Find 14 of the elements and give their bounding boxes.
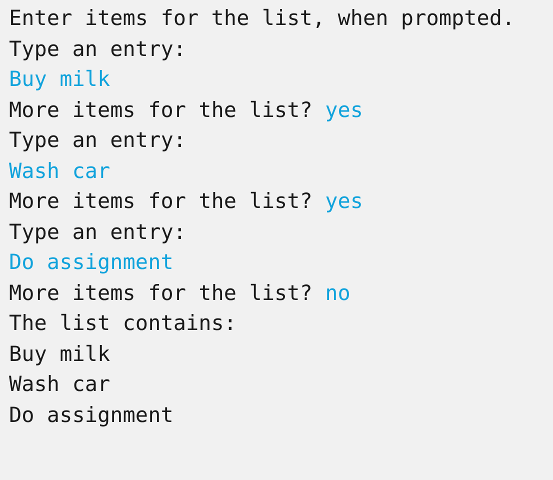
console-line: Do assignment: [9, 249, 174, 276]
console-line: Type an entry:: [9, 218, 186, 246]
console-line: Do assignment: [9, 402, 174, 428]
console-line: Wash car: [9, 158, 110, 184]
console-line: More items for the list? yes: [9, 188, 364, 215]
console-line: The list contains:: [9, 310, 237, 337]
console-line: Type an entry:: [9, 127, 186, 154]
console-line: Enter items for the list, when prompted.: [9, 5, 515, 32]
console-line: Buy milk: [9, 340, 110, 368]
console-line: More items for the list? no: [9, 280, 350, 306]
console-line: Wash car: [9, 371, 110, 398]
console-line: More items for the list? yes: [9, 96, 364, 124]
console-line: Type an entry:: [9, 36, 186, 62]
console-line: Buy milk: [9, 66, 110, 93]
